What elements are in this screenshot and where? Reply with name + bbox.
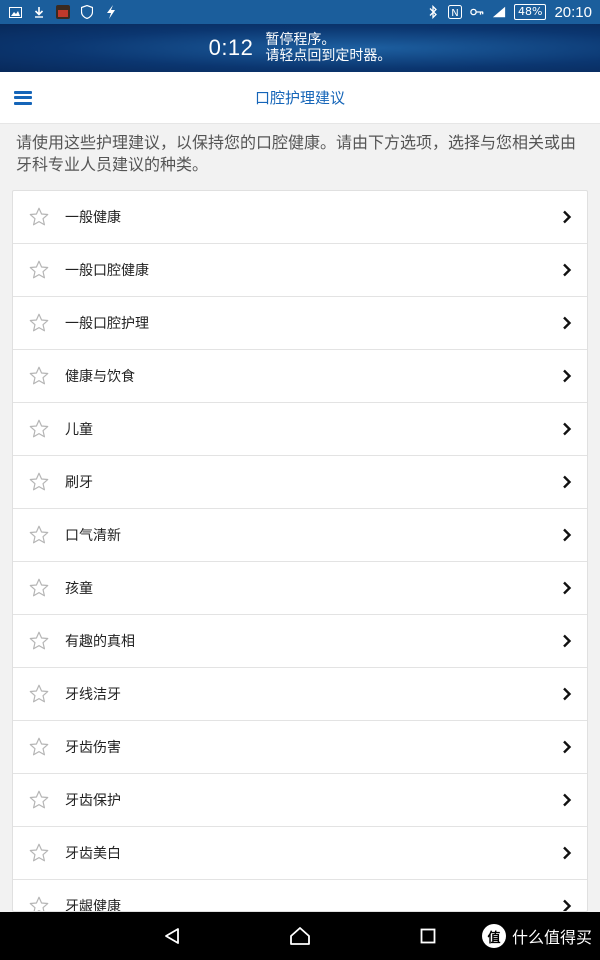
signal-icon bbox=[492, 5, 506, 19]
download-icon bbox=[32, 5, 46, 19]
list-item[interactable]: 牙线洁牙 bbox=[13, 668, 587, 721]
home-icon bbox=[290, 927, 310, 945]
chevron-right-icon bbox=[547, 899, 587, 911]
list-item[interactable]: 孩童 bbox=[13, 562, 587, 615]
favorite-star-icon[interactable] bbox=[13, 418, 65, 440]
chevron-right-icon bbox=[547, 740, 587, 754]
chevron-right-icon bbox=[547, 210, 587, 224]
chevron-right-icon bbox=[547, 634, 587, 648]
status-icons-left bbox=[8, 5, 118, 19]
image-icon bbox=[8, 5, 22, 19]
chevron-right-icon bbox=[547, 475, 587, 489]
favorite-star-icon[interactable] bbox=[13, 577, 65, 599]
favorite-star-icon[interactable] bbox=[13, 683, 65, 705]
list-item-label: 健康与饮食 bbox=[65, 369, 135, 385]
watermark-badge: 值 bbox=[481, 924, 506, 948]
chevron-right-icon bbox=[547, 422, 587, 436]
list-item-label: 牙齿伤害 bbox=[65, 740, 121, 756]
list-item[interactable]: 健康与饮食 bbox=[13, 350, 587, 403]
category-list: 一般健康一般口腔健康 一般口腔护理 健康与饮食儿童刷牙口气清新孩童有趣的真相牙线洁牙… bbox=[12, 190, 588, 912]
svg-text:N: N bbox=[451, 8, 458, 19]
chevron-right-icon bbox=[547, 581, 587, 595]
flash-icon bbox=[104, 5, 118, 19]
battery-level: 48% bbox=[514, 4, 547, 20]
favorite-star-icon[interactable] bbox=[13, 895, 65, 911]
chevron-right-icon bbox=[547, 793, 587, 807]
favorite-star-icon[interactable] bbox=[13, 365, 65, 387]
list-item-label: 牙龈健康 bbox=[65, 899, 121, 912]
key-icon bbox=[470, 5, 484, 19]
chevron-right-icon bbox=[547, 528, 587, 542]
favorite-star-icon[interactable] bbox=[13, 789, 65, 811]
clock: 20:10 bbox=[554, 3, 592, 21]
navigation-bar: 值 什么值得买 bbox=[0, 912, 600, 960]
list-item[interactable]: 牙齿伤害 bbox=[13, 721, 587, 774]
list-item[interactable]: 儿童 bbox=[13, 403, 587, 456]
list-item-label: 儿童 bbox=[65, 422, 93, 438]
favorite-star-icon[interactable] bbox=[13, 736, 65, 758]
chevron-right-icon bbox=[547, 369, 587, 383]
favorite-star-icon[interactable] bbox=[13, 312, 65, 334]
timer-value: 0:12 bbox=[208, 35, 254, 60]
list-item[interactable]: 一般健康 bbox=[13, 191, 587, 244]
favorite-star-icon[interactable] bbox=[13, 524, 65, 546]
list-item[interactable]: 一般口腔健康 bbox=[13, 244, 587, 297]
back-button[interactable] bbox=[142, 912, 202, 960]
favorite-star-icon[interactable] bbox=[13, 842, 65, 864]
watermark-text: 什么值得买 bbox=[511, 928, 592, 947]
timer-message-line2: 请轻点回到定时器。 bbox=[265, 48, 392, 64]
list-item-label: 一般口腔健康 bbox=[65, 263, 149, 279]
chevron-right-icon bbox=[547, 263, 587, 277]
app-icon bbox=[56, 5, 70, 19]
list-item-label: 牙齿美白 bbox=[65, 846, 121, 862]
list-item[interactable]: 牙齿保护 bbox=[13, 774, 587, 827]
list-item-label: 牙齿保护 bbox=[65, 793, 121, 809]
favorite-star-icon[interactable] bbox=[13, 630, 65, 652]
timer-message: 暂停程序。 请轻点回到定时器。 bbox=[265, 32, 391, 64]
hamburger-menu-icon bbox=[14, 90, 32, 105]
list-item-label: 孩童 bbox=[65, 581, 93, 597]
list-item-label: 一般健康 bbox=[65, 210, 121, 226]
list-item[interactable]: 牙龈健康 bbox=[13, 880, 587, 912]
nfc-icon: N bbox=[448, 5, 462, 19]
watermark: 值 什么值得买 bbox=[481, 924, 592, 948]
shield-icon bbox=[80, 5, 94, 19]
list-item-label: 有趣的真相 bbox=[65, 634, 135, 650]
recents-button[interactable] bbox=[398, 912, 458, 960]
favorite-star-icon[interactable] bbox=[13, 259, 65, 281]
chevron-right-icon bbox=[547, 316, 587, 330]
timer-banner[interactable]: 0:12 暂停程序。 请轻点回到定时器。 bbox=[0, 24, 600, 72]
page-title: 口腔护理建议 bbox=[254, 89, 345, 107]
recents-icon bbox=[420, 928, 436, 944]
status-bar: N 48% 20:10 bbox=[0, 0, 600, 24]
back-icon bbox=[165, 928, 179, 944]
list-item[interactable]: 刷牙 bbox=[13, 456, 587, 509]
list-item-label: 一般口腔护理 bbox=[65, 316, 149, 332]
bluetooth-icon bbox=[426, 5, 440, 19]
list-item[interactable]: 口气清新 bbox=[13, 509, 587, 562]
list-item[interactable]: 有趣的真相 bbox=[13, 615, 587, 668]
timer-message-line1: 暂停程序。 bbox=[265, 32, 336, 48]
favorite-star-icon[interactable] bbox=[13, 471, 65, 493]
list-item-label: 口气清新 bbox=[65, 528, 121, 544]
intro-text: 请使用这些护理建议，以保持您的口腔健康。请由下方选项，选择与您相关或由牙科专业人… bbox=[16, 133, 577, 174]
home-button[interactable] bbox=[270, 912, 330, 960]
status-icons-right: N 48% 20:10 bbox=[426, 4, 592, 21]
chevron-right-icon bbox=[547, 846, 587, 860]
app-bar: 口腔护理建议 bbox=[0, 72, 600, 124]
chevron-right-icon bbox=[547, 687, 587, 701]
menu-button[interactable] bbox=[0, 72, 46, 124]
list-item-label: 刷牙 bbox=[65, 475, 93, 491]
list-item-label: 牙线洁牙 bbox=[65, 687, 121, 703]
favorite-star-icon[interactable] bbox=[13, 206, 65, 228]
list-item[interactable]: 牙齿美白 bbox=[13, 827, 587, 880]
list-item[interactable]: 一般口腔护理 bbox=[13, 297, 587, 350]
